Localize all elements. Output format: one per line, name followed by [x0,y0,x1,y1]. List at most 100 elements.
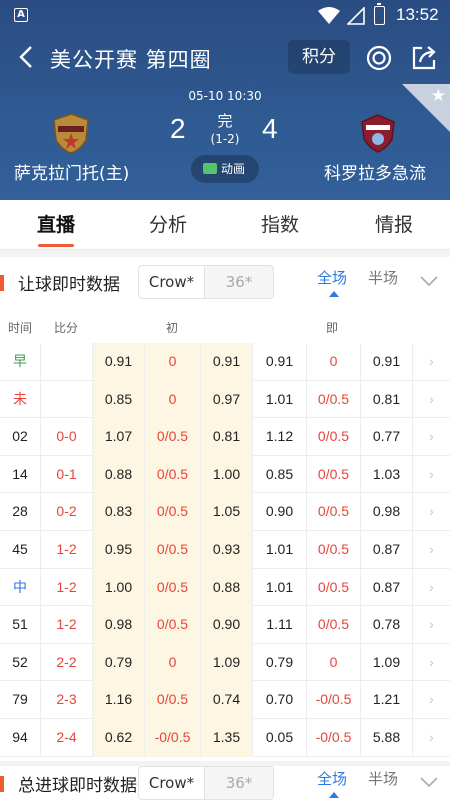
table-row[interactable]: 28 0-2 0.83 0/0.5 1.05 0.90 0/0.5 0.98 › [0,493,450,531]
initial-handicap: 0 [144,380,200,419]
table-row[interactable]: 未 0.85 0 0.97 1.01 0/0.5 0.81 › [0,380,450,419]
bookmaker-switch: Crow* 36* [138,766,274,800]
row-score [40,343,92,381]
initial-handicap: 0/0.5 [144,455,200,494]
chevron-right-icon[interactable]: › [412,380,450,419]
table-row[interactable]: 52 2-2 0.79 0 1.09 0.79 0 1.09 › [0,643,450,682]
col-time: 时间 [8,321,33,335]
live-handicap: 0/0.5 [306,455,360,494]
away-score: 4 [262,113,278,144]
tab-odds[interactable]: 指数 [224,200,336,250]
table-row[interactable]: 中 1-2 1.00 0/0.5 0.88 1.01 0/0.5 0.87 › [0,568,450,607]
row-score: 2-3 [40,681,92,719]
initial-handicap: 0 [144,643,200,682]
animation-button[interactable]: 动画 [191,155,259,183]
initial-away-odds: 0.97 [200,380,252,419]
initial-handicap: -0/0.5 [144,718,200,757]
chevron-right-icon[interactable]: › [412,418,450,456]
initial-home-odds: 0.62 [92,718,144,757]
bookmaker-crow-option[interactable]: Crow* [139,767,205,799]
bookmaker-36-option[interactable]: 36* [205,266,273,298]
chevron-right-icon[interactable]: › [412,643,450,682]
odds-table: 早 0.91 0 0.91 0.91 0 0.91 › 未 0.85 0 0.97 1.01 0/0.5 0… [0,343,450,757]
chevron-down-icon[interactable] [420,275,438,287]
chevron-right-icon[interactable]: › [412,718,450,757]
initial-handicap: 0/0.5 [144,418,200,456]
live-away-odds: 0.77 [360,418,412,456]
bookmaker-crow-option[interactable]: Crow* [139,266,205,298]
initial-handicap: 0/0.5 [144,681,200,719]
live-home-odds: 0.91 [252,343,306,381]
chevron-right-icon[interactable]: › [412,568,450,607]
table-row[interactable]: 79 2-3 1.16 0/0.5 0.74 0.70 -0/0.5 1.21 › [0,681,450,719]
half-match-option[interactable]: 半场 [368,768,398,789]
standings-button[interactable]: 积分 [288,40,350,74]
initial-handicap: 0/0.5 [144,530,200,569]
section-accent-bar [0,776,4,792]
row-time: 未 [13,390,27,407]
initial-away-odds: 0.91 [200,343,252,381]
initial-home-odds: 0.88 [92,455,144,494]
chevron-right-icon[interactable]: › [412,606,450,644]
chevron-right-icon[interactable]: › [412,455,450,494]
section-accent-bar [0,275,4,291]
live-home-odds: 0.70 [252,681,306,719]
live-away-odds: 0.98 [360,493,412,531]
handicap-section: 让球即时数据 Crow* 36* 全场 半场 时间 比分 初 即 早 0.91 0 0… [0,257,450,761]
row-score: 0-1 [40,455,92,494]
initial-away-odds: 0.90 [200,606,252,644]
row-score: 1-2 [40,530,92,569]
share-icon[interactable] [410,44,438,72]
focus-target-icon[interactable] [365,44,393,72]
match-datetime: 05-10 10:30 [188,89,262,103]
section-header: 总进球即时数据 Crow* 36* 全场 半场 [0,766,450,800]
col-initial: 初 [166,321,179,335]
live-home-odds: 1.01 [252,530,306,569]
full-match-option[interactable]: 全场 [317,267,347,288]
col-score: 比分 [54,321,79,335]
row-time: 52 [12,653,28,670]
bookmaker-36-option[interactable]: 36* [205,767,273,799]
row-score: 0-0 [40,418,92,456]
live-home-odds: 1.12 [252,418,306,456]
initial-home-odds: 1.00 [92,568,144,607]
initial-home-odds: 0.91 [92,343,144,381]
table-row[interactable]: 02 0-0 1.07 0/0.5 0.81 1.12 0/0.5 0.77 › [0,418,450,456]
bookmaker-switch: Crow* 36* [138,265,274,299]
active-tab-indicator [38,244,74,247]
chevron-right-icon[interactable]: › [412,343,450,381]
live-away-odds: 0.78 [360,606,412,644]
initial-away-odds: 0.88 [200,568,252,607]
initial-handicap: 0/0.5 [144,493,200,531]
status-time: 13:52 [396,5,439,24]
initial-away-odds: 0.81 [200,418,252,456]
table-row[interactable]: 早 0.91 0 0.91 0.91 0 0.91 › [0,343,450,381]
full-match-option[interactable]: 全场 [317,768,347,789]
live-handicap: 0/0.5 [306,418,360,456]
live-handicap: 0/0.5 [306,380,360,419]
chevron-right-icon[interactable]: › [412,681,450,719]
live-away-odds: 0.81 [360,380,412,419]
table-row[interactable]: 14 0-1 0.88 0/0.5 1.00 0.85 0/0.5 1.03 › [0,455,450,494]
row-time: 14 [12,465,28,482]
table-row[interactable]: 94 2-4 0.62 -0/0.5 1.35 0.05 -0/0.5 5.88 › [0,718,450,757]
tab-intel[interactable]: 情报 [338,200,450,250]
table-row[interactable]: 45 1-2 0.95 0/0.5 0.93 1.01 0/0.5 0.87 › [0,530,450,569]
tab-bar: 直播 分析 指数 情报 [0,200,450,250]
table-row[interactable]: 51 1-2 0.98 0/0.5 0.90 1.11 0/0.5 0.78 › [0,606,450,644]
initial-away-odds: 0.93 [200,530,252,569]
back-arrow-icon[interactable] [14,44,40,70]
live-away-odds: 1.21 [360,681,412,719]
chevron-right-icon[interactable]: › [412,493,450,531]
animation-label: 动画 [221,162,246,176]
tab-analysis[interactable]: 分析 [112,200,224,250]
tab-live[interactable]: 直播 [0,200,112,250]
live-home-odds: 1.11 [252,606,306,644]
chevron-down-icon[interactable] [420,776,438,788]
row-time: 94 [12,728,28,745]
match-header: A 13:52 美公开赛 第四圈 积分 ★ 05-10 10:30 2 完 (1… [0,0,450,200]
page-title: 美公开赛 第四圈 [50,48,212,72]
half-match-option[interactable]: 半场 [368,267,398,288]
initial-home-odds: 1.16 [92,681,144,719]
chevron-right-icon[interactable]: › [412,530,450,569]
